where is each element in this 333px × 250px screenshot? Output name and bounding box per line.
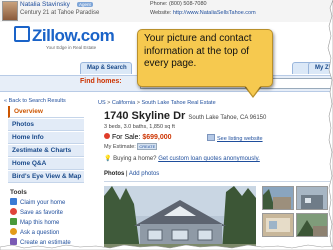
zillow-logo[interactable]: Zillow.com (14, 26, 115, 46)
loan-prefix: Buying a home? (113, 156, 157, 162)
torn-edge-bottom (0, 244, 333, 250)
nav-item-birds-eye[interactable]: Bird's Eye View & Map (8, 171, 84, 183)
torn-edge-right (327, 0, 333, 250)
breadcrumb-city[interactable]: South Lake Tahoe Real Estate (141, 100, 215, 106)
house-photo-image (104, 186, 256, 250)
callout-text: Your picture and contact information at … (144, 33, 252, 69)
breadcrumb-sep: > (107, 100, 111, 106)
tool-claim-home[interactable]: Claim your home (10, 198, 84, 208)
see-listing-label: See listing website (217, 136, 263, 142)
agent-website-link[interactable]: http://www.NataliaSellsTahoe.com (173, 10, 256, 16)
address-street: 1740 Skyline Dr (104, 110, 186, 122)
find-homes-label: Find homes: (80, 78, 122, 85)
photo-thumbnail[interactable] (262, 186, 294, 210)
agent-contact: Phone: (800) 508-7080 Website: http://ww… (150, 0, 256, 18)
sale-row: For Sale: $699,000 (104, 133, 172, 141)
breadcrumb-us[interactable]: US (98, 100, 106, 106)
detail-nav: Overview Photos Home Info Zestimate & Ch… (8, 106, 84, 184)
see-listing-link[interactable]: See listing website (207, 134, 263, 142)
nav-item-home-qa[interactable]: Home Q&A (8, 158, 84, 170)
estimate-label: My Estimate: (104, 144, 136, 150)
website-label: Website: (150, 10, 172, 16)
agent-header: Natalia Stavinsky Agent Century 21 at Ta… (0, 0, 333, 23)
photo-thumbnail[interactable] (296, 213, 328, 237)
listing-website-icon (207, 134, 215, 141)
agent-badge: Agent (77, 2, 93, 7)
question-icon (10, 228, 17, 235)
lightbulb-icon: 💡 (104, 156, 112, 162)
nav-item-photos[interactable]: Photos (8, 119, 84, 131)
sale-label: For Sale: (112, 134, 141, 141)
agent-company: Century 21 at Tahoe Paradise (20, 10, 100, 16)
create-estimate-badge[interactable]: CREATE (137, 143, 158, 150)
house-photo[interactable] (104, 186, 256, 250)
agent-phone: (800) 508-7080 (168, 1, 207, 7)
address-city: South Lake Tahoe, CA 96150 (188, 115, 267, 121)
agent-photo (2, 1, 18, 21)
tool-save-favorite[interactable]: Save as favorite (10, 208, 84, 218)
tool-label: Ask a question (20, 230, 60, 236)
tool-label: Claim your home (20, 200, 66, 206)
photos-header: Photos | Add photos (104, 171, 159, 177)
tab-map-search[interactable]: Map & Search (80, 62, 132, 74)
map-icon (10, 218, 17, 225)
photo-thumbnail[interactable] (262, 213, 294, 237)
listing-facts: 3 beds, 3.0 baths, 1,850 sq ft (104, 124, 175, 130)
nav-item-overview[interactable]: Overview (8, 106, 84, 118)
agent-name[interactable]: Natalia Stavinsky (20, 1, 70, 8)
breadcrumb-sep: > (136, 100, 140, 106)
sale-price: $699,000 (142, 134, 172, 141)
back-to-results-link[interactable]: « Back to Search Results (4, 98, 66, 104)
loan-quotes: 💡 Buying a home? Get custom loan quotes … (104, 155, 260, 162)
photos-divider (104, 181, 330, 182)
nav-item-home-info[interactable]: Home Info (8, 132, 84, 144)
heart-icon (10, 208, 17, 215)
tool-ask-question[interactable]: Ask a question (10, 228, 84, 238)
photo-thumbnail[interactable] (296, 186, 328, 210)
tool-label: Save as favorite (20, 210, 64, 216)
logo-tagline: Your Edge in Real Estate (46, 45, 97, 50)
for-sale-dot-icon (104, 133, 110, 139)
add-photos-link[interactable]: Add photos (129, 171, 159, 177)
home-icon (10, 198, 17, 205)
nav-item-zestimate[interactable]: Zestimate & Charts (8, 145, 84, 157)
callout-tail (244, 84, 262, 96)
loan-quotes-link[interactable]: Get custom loan quotes anonymously. (158, 156, 260, 162)
photos-sep: | (126, 171, 128, 177)
tool-label: Map this home (20, 220, 60, 226)
logo-text: Zillow.com (32, 26, 115, 45)
my-estimate: My Estimate: CREATE (104, 143, 158, 150)
tools-heading: Tools (10, 189, 27, 196)
zillow-page: Natalia Stavinsky Agent Century 21 at Ta… (0, 0, 333, 250)
zillow-house-icon (14, 26, 30, 42)
feature-callout: Your picture and contact information at … (137, 29, 273, 87)
photos-tab[interactable]: Photos (104, 171, 124, 177)
breadcrumb-state[interactable]: California (112, 100, 135, 106)
phone-label: Phone: (150, 1, 168, 7)
breadcrumb: US > California > South Lake Tahoe Real … (98, 100, 216, 106)
listing-address: 1740 Skyline Dr South Lake Tahoe, CA 961… (104, 110, 266, 122)
left-sidebar: « Back to Search Results Overview Photos… (0, 98, 86, 250)
tools-list: Claim your home Save as favorite Map thi… (10, 198, 84, 248)
tool-map-home[interactable]: Map this home (10, 218, 84, 228)
